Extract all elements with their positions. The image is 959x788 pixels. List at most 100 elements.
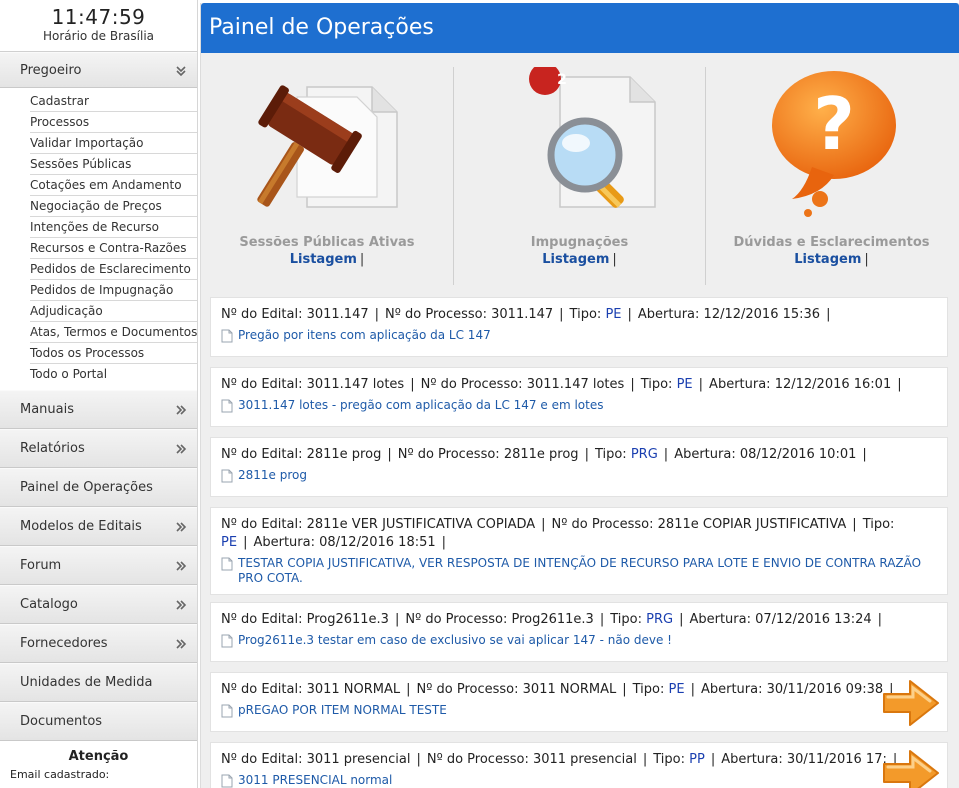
process-info-line: Nº do Edital: 3011 presencial | Nº do Proc…: [221, 751, 937, 769]
edital-label: Nº do Edital:: [221, 447, 303, 462]
arrow-right-icon[interactable]: [880, 747, 942, 788]
separator: |: [862, 447, 867, 462]
panel-duvidas-link-label[interactable]: Listagem: [794, 252, 861, 267]
menu-item[interactable]: Modelos de Editais: [0, 507, 197, 546]
process-description[interactable]: 2811e prog: [238, 468, 307, 487]
clock-label: Horário de Brasília: [42, 29, 155, 43]
menu-item[interactable]: Manuais: [0, 390, 197, 429]
pregoeiro-subitem[interactable]: Validar Importação: [30, 133, 197, 154]
menu-item[interactable]: Catalogo: [0, 585, 197, 624]
process-card: Nº do Edital: 2811e VER JUSTIFICATIVA CO…: [210, 507, 948, 595]
process-description[interactable]: TESTAR COPIA JUSTIFICATIVA, VER RESPOSTA…: [238, 556, 937, 586]
double-chevron-right-icon: [175, 547, 187, 588]
pregoeiro-subitem[interactable]: Cotações em Andamento: [30, 175, 197, 196]
atencao-box: Atenção Email cadastrado:: [0, 741, 197, 788]
processo-value: 3011 NORMAL: [522, 682, 617, 697]
panel-impugnacoes-link[interactable]: Listagem |: [454, 252, 705, 267]
question-bubble-icon[interactable]: ?: [742, 67, 922, 217]
atencao-title: Atenção: [68, 749, 129, 764]
double-chevron-down-icon: [175, 53, 187, 92]
process-description-link[interactable]: TESTAR COPIA JUSTIFICATIVA, VER RESPOSTA…: [221, 556, 937, 586]
pregoeiro-subitem[interactable]: Pedidos de Impugnação: [30, 280, 197, 301]
edital-label: Nº do Edital:: [221, 752, 303, 767]
separator: |: [416, 752, 421, 767]
pregoeiro-subitem[interactable]: Processos: [30, 112, 197, 133]
separator: |: [630, 377, 635, 392]
separator: |: [897, 377, 902, 392]
process-description[interactable]: 3011.147 lotes - pregão com aplicação da…: [238, 398, 603, 417]
gavel-document-icon[interactable]: [237, 67, 417, 217]
separator: |: [826, 307, 831, 322]
process-card: Nº do Edital: Prog2611e.3 | Nº do Processo…: [210, 602, 948, 662]
menu-item[interactable]: Forum: [0, 546, 197, 585]
pregoeiro-subitem[interactable]: Pedidos de Esclarecimento: [30, 259, 197, 280]
pregoeiro-subitem[interactable]: Adjudicação: [30, 301, 197, 322]
separator: |: [622, 682, 627, 697]
pregoeiro-subitem[interactable]: Todos os Processos: [30, 343, 197, 364]
abertura-label: Abertura:: [689, 612, 751, 627]
tipo-value: PRG: [630, 447, 658, 462]
menu-item-label: Forum: [20, 558, 62, 573]
svg-text:?: ?: [813, 82, 855, 166]
menu-item[interactable]: Fornecedores: [0, 624, 197, 663]
panel-duvidas-title: Dúvidas e Esclarecimentos: [733, 235, 930, 250]
process-description-link[interactable]: 3011.147 lotes - pregão com aplicação da…: [221, 398, 937, 417]
process-description-link[interactable]: 3011 PRESENCIAL normal: [221, 773, 937, 788]
process-description-link[interactable]: pREGAO POR ITEM NORMAL TESTE: [221, 703, 937, 722]
menu-item[interactable]: Documentos: [0, 702, 197, 741]
separator: |: [406, 682, 411, 697]
panel-sessoes-link[interactable]: Listagem |: [201, 252, 453, 267]
separator: |: [584, 447, 589, 462]
processo-label: Nº do Processo:: [397, 447, 500, 462]
abertura-label: Abertura:: [700, 682, 763, 697]
pregoeiro-subitem[interactable]: Atas, Termos e Documentos: [30, 322, 197, 343]
edital-label: Nº do Edital:: [221, 517, 303, 532]
panel-impugnacoes: 2 Impugnações Listagem |: [453, 67, 705, 285]
panels-row: Sessões Públicas Ativas Listagem | 2 Impu…: [201, 53, 959, 285]
pregoeiro-subitem[interactable]: Negociação de Preços: [30, 196, 197, 217]
process-description-link[interactable]: Pregão por itens com aplicação da LC 147: [221, 328, 937, 347]
process-description[interactable]: Pregão por itens com aplicação da LC 147: [238, 328, 491, 347]
process-info-line: Nº do Edital: 3011 NORMAL | Nº do Processo…: [221, 681, 937, 699]
double-chevron-right-icon: [175, 391, 187, 432]
pregoeiro-subitem[interactable]: Recursos e Contra-Razões: [30, 238, 197, 259]
arrow-right-icon[interactable]: [880, 677, 942, 733]
edital-label: Nº do Edital:: [221, 307, 303, 322]
separator: |: [441, 535, 447, 550]
process-description-link[interactable]: Prog2611e.3 testar em caso de exclusivo …: [221, 633, 937, 652]
panel-sessoes-link-label[interactable]: Listagem: [290, 252, 357, 267]
separator: |: [243, 535, 248, 550]
menu-item[interactable]: Relatórios: [0, 429, 197, 468]
menu-item[interactable]: Painel de Operações: [0, 468, 197, 507]
tipo-label: Tipo:: [653, 752, 685, 767]
process-description[interactable]: Prog2611e.3 testar em caso de exclusivo …: [238, 633, 672, 652]
processo-label: Nº do Processo:: [551, 517, 654, 532]
processo-label: Nº do Processo:: [420, 377, 523, 392]
pregoeiro-subitem[interactable]: Sessões Públicas: [30, 154, 197, 175]
menu-item-label: Modelos de Editais: [20, 519, 142, 534]
double-chevron-right-icon: [175, 430, 187, 471]
separator: |: [627, 307, 632, 322]
menu-pregoeiro[interactable]: Pregoeiro: [0, 52, 197, 88]
badge-count: 2: [557, 72, 567, 88]
separator: |: [690, 682, 695, 697]
pregoeiro-subitem[interactable]: Intenções de Recurso: [30, 217, 197, 238]
tipo-value: PE: [605, 307, 622, 322]
tipo-value: PE: [221, 535, 238, 550]
separator: |: [852, 517, 857, 532]
process-info-line: Nº do Edital: Prog2611e.3 | Nº do Processo…: [221, 611, 937, 629]
process-description[interactable]: 3011 PRESENCIAL normal: [238, 773, 392, 788]
menu-item[interactable]: Unidades de Medida: [0, 663, 197, 702]
pregoeiro-subitem[interactable]: Cadastrar: [30, 91, 197, 112]
panel-duvidas-link[interactable]: Listagem |: [706, 252, 957, 267]
separator: |: [698, 377, 704, 392]
processo-label: Nº do Processo:: [405, 612, 508, 627]
magnifier-document-icon[interactable]: [490, 67, 670, 217]
process-description-link[interactable]: 2811e prog: [221, 468, 937, 487]
edital-label: Nº do Edital:: [221, 612, 303, 627]
panel-impugnacoes-link-label[interactable]: Listagem: [542, 252, 609, 267]
process-description[interactable]: pREGAO POR ITEM NORMAL TESTE: [238, 703, 447, 722]
processo-label: Nº do Processo:: [385, 307, 487, 322]
pregoeiro-subitem[interactable]: Todo o Portal: [30, 364, 197, 385]
edital-value: 3011 presencial: [306, 752, 411, 767]
